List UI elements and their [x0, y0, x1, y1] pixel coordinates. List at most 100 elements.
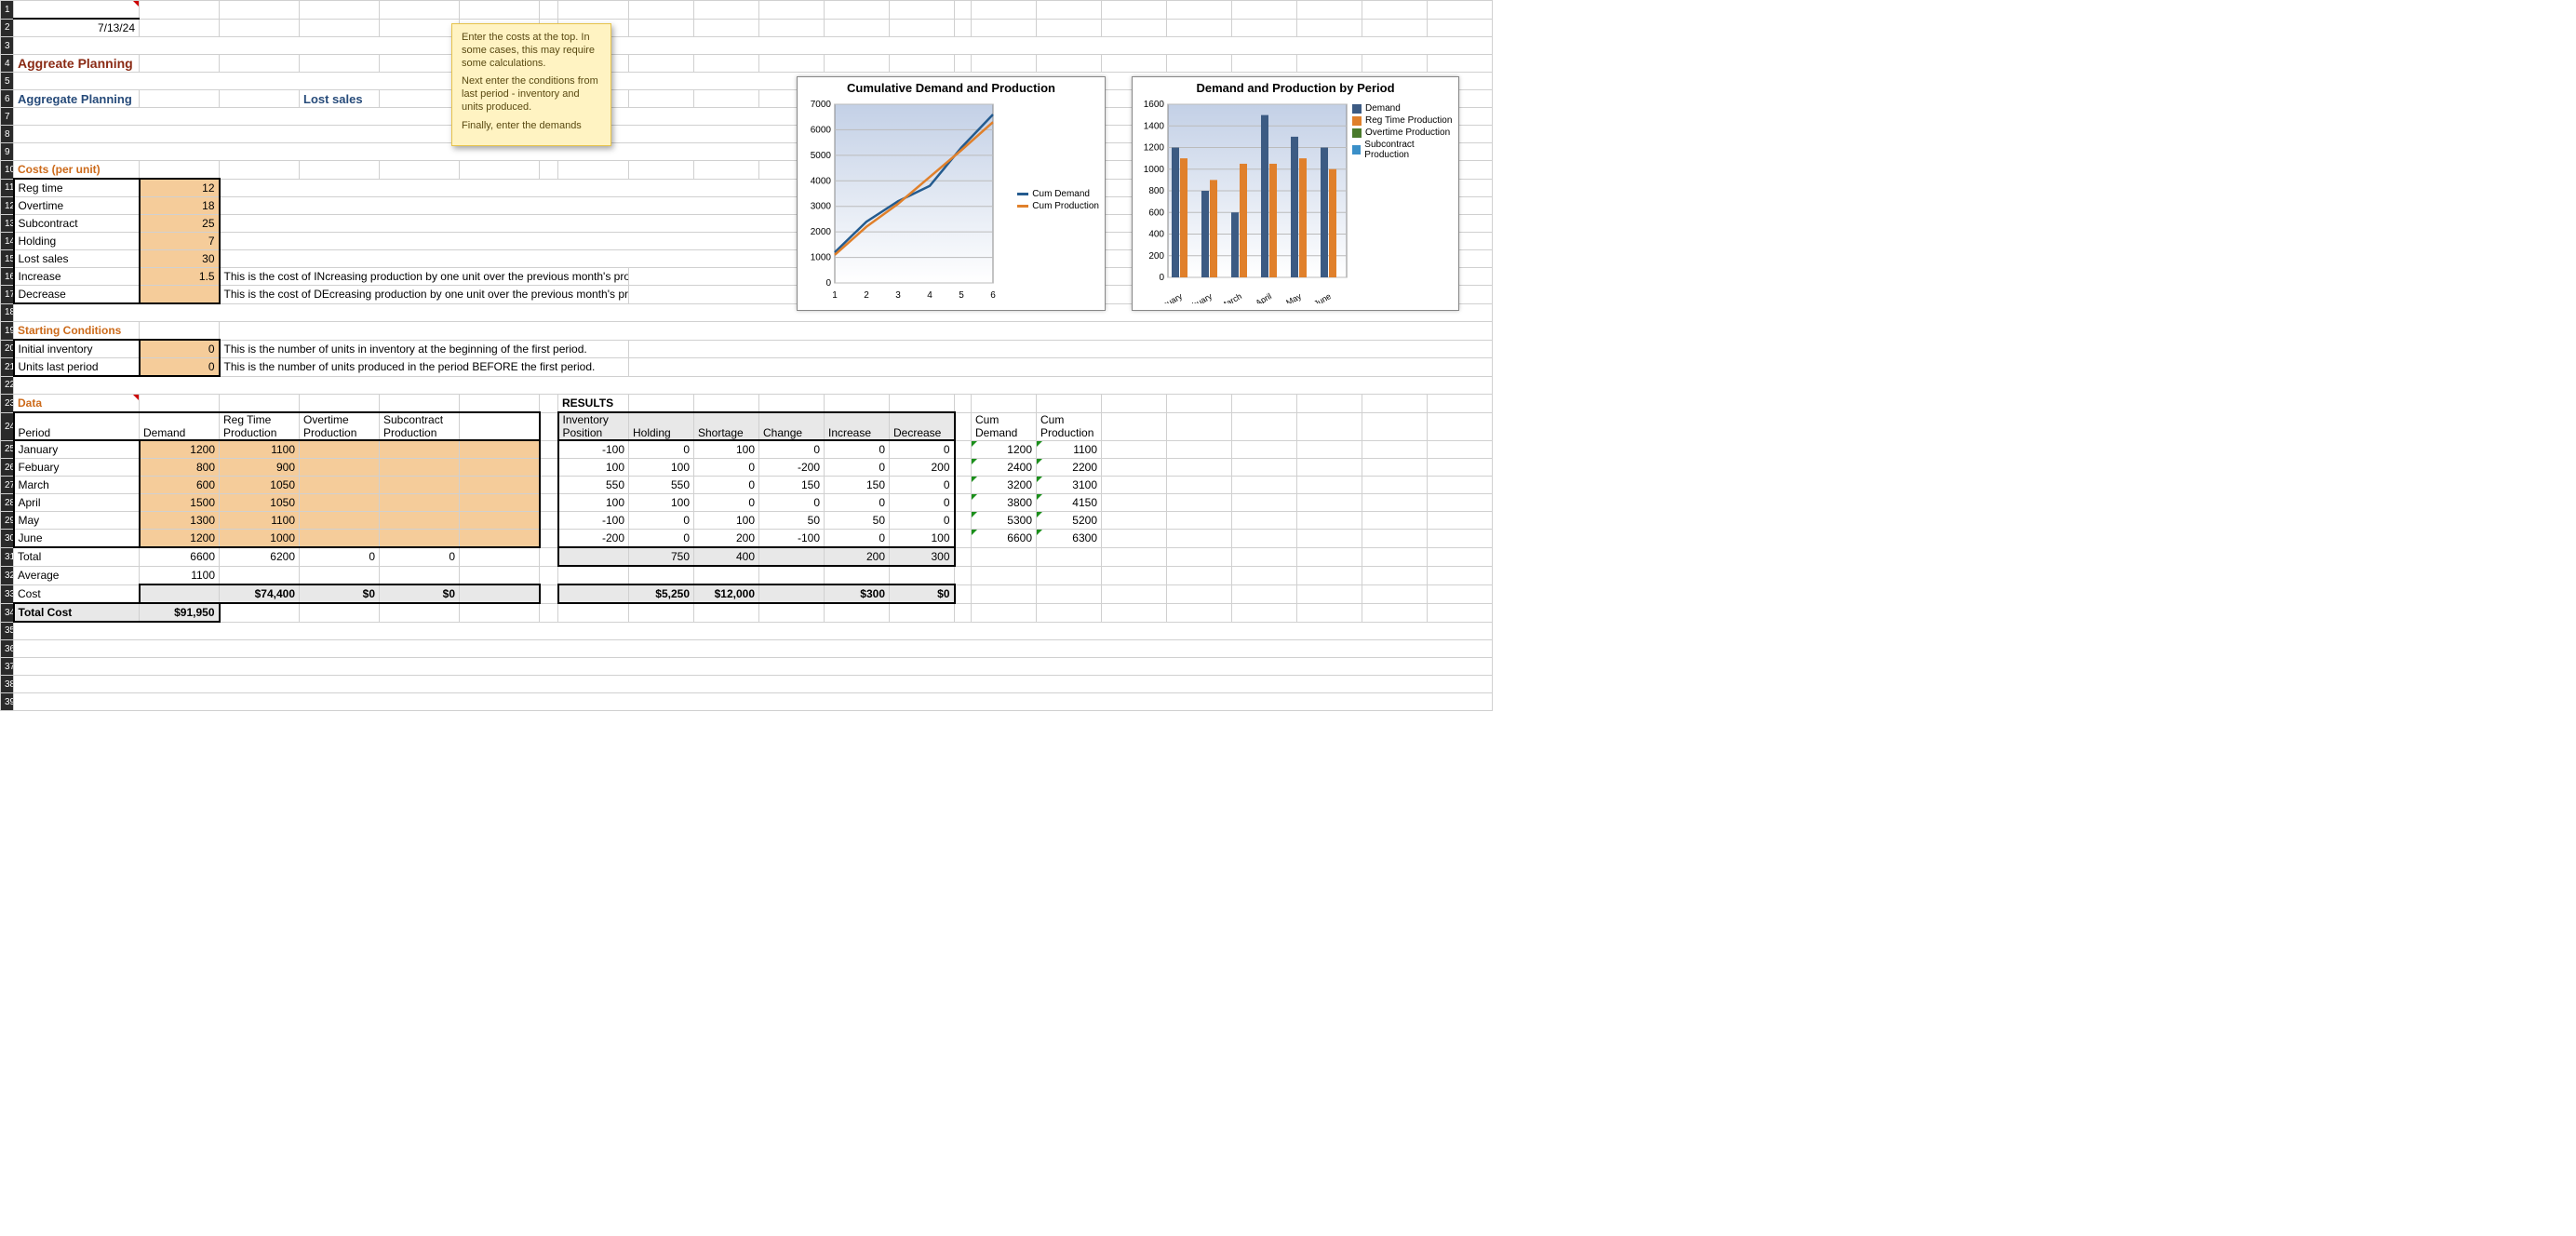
svg-text:200: 200 [1148, 251, 1164, 262]
svg-text:1: 1 [832, 290, 838, 301]
svg-text:400: 400 [1148, 230, 1164, 240]
cost-value[interactable]: 25 [140, 215, 220, 233]
hdr-period: Period [14, 412, 140, 440]
cost-short: $12,000 [694, 584, 759, 603]
hold-cell: 100 [629, 494, 694, 512]
legend-label: Demand [1365, 103, 1401, 114]
tot-dec: 300 [890, 547, 955, 566]
svg-text:March: March [1218, 291, 1243, 303]
starting-value[interactable]: 0 [140, 358, 220, 377]
ot-cell[interactable] [300, 512, 380, 530]
total-reg: 6200 [220, 547, 300, 566]
svg-text:January: January [1153, 291, 1184, 303]
short-cell: 100 [694, 440, 759, 459]
inc-cell: 150 [825, 477, 890, 494]
chart-title: Demand and Production by Period [1133, 81, 1458, 95]
hdr-dec: Decrease [890, 412, 955, 440]
cost-value[interactable] [140, 286, 220, 304]
demand-cell[interactable]: 1200 [140, 530, 220, 548]
date-cell[interactable]: 7/13/24 [14, 19, 140, 37]
inc-cell: 0 [825, 494, 890, 512]
worksheet: 1 27/13/24 3 4Aggreate Planning 5 6Aggre… [0, 0, 2576, 711]
hdr-inc: Increase [825, 412, 890, 440]
ot-cell[interactable] [300, 494, 380, 512]
total-sub: 0 [380, 547, 460, 566]
cump-cell: 4150 [1037, 494, 1102, 512]
inc-cell: 0 [825, 459, 890, 477]
section-data: Data [14, 395, 140, 413]
cost-row-label: Cost [14, 584, 140, 603]
dec-cell: 0 [890, 477, 955, 494]
sub-cell[interactable] [380, 459, 460, 477]
ot-cell[interactable] [300, 477, 380, 494]
svg-text:1000: 1000 [811, 253, 832, 263]
reg-cell[interactable]: 1050 [220, 494, 300, 512]
help-note-line: Enter the costs at the top. In some case… [462, 32, 601, 70]
period-cell: June [14, 530, 140, 548]
svg-text:2000: 2000 [811, 227, 832, 237]
inc-cell: 0 [825, 440, 890, 459]
cost-value[interactable]: 7 [140, 233, 220, 250]
sub-cell[interactable] [380, 440, 460, 459]
change-cell: -100 [759, 530, 825, 548]
cumd-cell: 1200 [972, 440, 1037, 459]
section-results: RESULTS [558, 395, 629, 413]
svg-text:3: 3 [895, 290, 901, 301]
demand-cell[interactable]: 1300 [140, 512, 220, 530]
cost-value[interactable]: 30 [140, 250, 220, 268]
hdr-cumd: Cum Demand [972, 412, 1037, 440]
cost-value[interactable]: 12 [140, 179, 220, 197]
tot-inc: 200 [825, 547, 890, 566]
demand-cell[interactable]: 1200 [140, 440, 220, 459]
svg-text:1200: 1200 [1144, 143, 1165, 154]
ot-cell[interactable] [300, 440, 380, 459]
reg-cell[interactable]: 900 [220, 459, 300, 477]
cost-value[interactable]: 1.5 [140, 268, 220, 286]
reg-cell[interactable]: 1100 [220, 512, 300, 530]
section-costs: Costs (per unit) [14, 161, 140, 180]
help-note-line: Finally, enter the demands [462, 120, 601, 133]
inv-cell: 100 [558, 494, 629, 512]
ot-cell[interactable] [300, 459, 380, 477]
cump-cell: 6300 [1037, 530, 1102, 548]
svg-text:600: 600 [1148, 208, 1164, 218]
period-cell: March [14, 477, 140, 494]
reg-cell[interactable]: 1050 [220, 477, 300, 494]
svg-text:1600: 1600 [1144, 100, 1165, 110]
cost-value[interactable]: 18 [140, 197, 220, 215]
demand-cell[interactable]: 800 [140, 459, 220, 477]
reg-cell[interactable]: 1100 [220, 440, 300, 459]
svg-text:1000: 1000 [1144, 165, 1165, 175]
dec-cell: 0 [890, 494, 955, 512]
sub-cell[interactable] [380, 512, 460, 530]
starting-value[interactable]: 0 [140, 340, 220, 358]
cumd-cell: 2400 [972, 459, 1037, 477]
hdr-demand: Demand [140, 412, 220, 440]
hold-cell: 100 [629, 459, 694, 477]
sub-cell[interactable] [380, 494, 460, 512]
ot-cell[interactable] [300, 530, 380, 548]
short-cell: 0 [694, 494, 759, 512]
dec-cell: 0 [890, 440, 955, 459]
chart-legend: Cum Demand Cum Production [1017, 187, 1099, 213]
chart-legend: Demand Reg Time Production Overtime Prod… [1352, 101, 1455, 162]
tot-hold: 750 [629, 547, 694, 566]
svg-text:0: 0 [1159, 273, 1164, 283]
chart-cumulative: Cumulative Demand and Production 0100020… [797, 76, 1106, 311]
cost-dec: $0 [890, 584, 955, 603]
svg-text:4000: 4000 [811, 176, 832, 186]
cost-reg: $74,400 [220, 584, 300, 603]
cost-note: This is the cost of DEcreasing productio… [220, 286, 629, 304]
sub-cell[interactable] [380, 477, 460, 494]
reg-cell[interactable]: 1000 [220, 530, 300, 548]
svg-text:4: 4 [927, 290, 932, 301]
cost-hold: $5,250 [629, 584, 694, 603]
cost-label: Increase [14, 268, 140, 286]
demand-cell[interactable]: 600 [140, 477, 220, 494]
sub-cell[interactable] [380, 530, 460, 548]
legend-label: Overtime Production [1365, 128, 1450, 138]
period-cell: Febuary [14, 459, 140, 477]
cump-cell: 3100 [1037, 477, 1102, 494]
demand-cell[interactable]: 1500 [140, 494, 220, 512]
hold-cell: 0 [629, 440, 694, 459]
